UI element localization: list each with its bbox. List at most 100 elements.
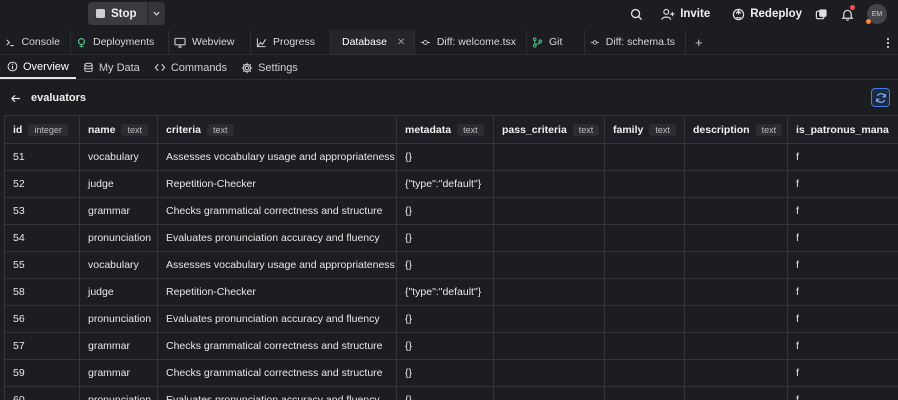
cell-id[interactable]: 55 [4, 251, 80, 279]
cell-family[interactable] [604, 143, 685, 171]
column-header-family[interactable]: family text [604, 115, 685, 144]
cell-pass-criteria[interactable] [493, 278, 605, 306]
cell-metadata[interactable]: {} [396, 332, 494, 360]
cell-pass-criteria[interactable] [493, 332, 605, 360]
cell-is-patronus-mana[interactable]: f [787, 197, 898, 225]
cell-criteria[interactable]: Repetition-Checker [157, 278, 397, 306]
cell-description[interactable] [684, 278, 788, 306]
cell-id[interactable]: 54 [4, 224, 80, 252]
cell-description[interactable] [684, 386, 788, 400]
subnav-settings[interactable]: Settings [234, 56, 305, 79]
cell-description[interactable] [684, 359, 788, 387]
cell-criteria[interactable]: Evaluates pronunciation accuracy and flu… [157, 224, 397, 252]
cell-pass-criteria[interactable] [493, 170, 605, 198]
cell-name[interactable]: judge [79, 278, 158, 306]
column-header-is-patronus-mana[interactable]: is_patronus_mana [787, 115, 898, 144]
column-header-id[interactable]: id integer [4, 115, 80, 144]
column-header-metadata[interactable]: metadata text [396, 115, 494, 144]
table-row[interactable]: 59 grammar Checks grammatical correctness … [4, 359, 898, 387]
cell-criteria[interactable]: Repetition-Checker [157, 170, 397, 198]
subnav-overview[interactable]: Overview [0, 56, 76, 79]
close-tab-icon[interactable]: ✕ [397, 37, 405, 48]
cell-is-patronus-mana[interactable]: f [787, 143, 898, 171]
cell-is-patronus-mana[interactable]: f [787, 251, 898, 279]
table-row[interactable]: 53 grammar Checks grammatical correctness … [4, 197, 898, 225]
cell-name[interactable]: judge [79, 170, 158, 198]
cell-pass-criteria[interactable] [493, 305, 605, 333]
cell-metadata[interactable]: {} [396, 251, 494, 279]
cell-pass-criteria[interactable] [493, 359, 605, 387]
cell-metadata[interactable]: {} [396, 224, 494, 252]
search-button[interactable] [625, 3, 647, 25]
table-row[interactable]: 52 judge Repetition-Checker {"type":"defaul… [4, 170, 898, 198]
stop-menu-button[interactable] [146, 2, 165, 25]
cell-name[interactable]: pronunciation [79, 224, 158, 252]
cell-family[interactable] [604, 332, 685, 360]
cell-name[interactable]: grammar [79, 332, 158, 360]
cell-criteria[interactable]: Checks grammatical correctness and struc… [157, 197, 397, 225]
back-button[interactable] [10, 93, 21, 104]
cell-id[interactable]: 56 [4, 305, 80, 333]
column-header-criteria[interactable]: criteria text [157, 115, 397, 144]
subnav-commands[interactable]: Commands [147, 56, 234, 79]
cell-id[interactable]: 58 [4, 278, 80, 306]
cell-criteria[interactable]: Evaluates pronunciation accuracy and flu… [157, 305, 397, 333]
table-row[interactable]: 56 pronunciation Evaluates pronunciation a… [4, 305, 898, 333]
cell-criteria[interactable]: Checks grammatical correctness and struc… [157, 359, 397, 387]
cell-description[interactable] [684, 170, 788, 198]
subnav-my-data[interactable]: My Data [76, 56, 147, 79]
cell-id[interactable]: 60 [4, 386, 80, 400]
column-header-name[interactable]: name text [79, 115, 158, 144]
cell-description[interactable] [684, 197, 788, 225]
cell-name[interactable]: grammar [79, 359, 158, 387]
cell-description[interactable] [684, 332, 788, 360]
table-row[interactable]: 60 pronunciation Evaluates pronunciation a… [4, 386, 898, 400]
cell-id[interactable]: 59 [4, 359, 80, 387]
tab-diff-schema[interactable]: Diff: schema.ts [585, 30, 686, 54]
table-row[interactable]: 55 vocabulary Assesses vocabulary usage an… [4, 251, 898, 279]
cell-metadata[interactable]: {} [396, 386, 494, 400]
table-row[interactable]: 51 vocabulary Assesses vocabulary usage an… [4, 143, 898, 171]
cell-family[interactable] [604, 305, 685, 333]
tab-progress[interactable]: Progress [251, 30, 331, 54]
column-header-pass-criteria[interactable]: pass_criteria text [493, 115, 605, 144]
tab-deployments[interactable]: Deployments [71, 30, 169, 54]
redeploy-button[interactable]: Redeploy [726, 3, 808, 25]
cell-name[interactable]: grammar [79, 197, 158, 225]
cell-criteria[interactable]: Evaluates pronunciation accuracy and flu… [157, 386, 397, 400]
cell-pass-criteria[interactable] [493, 224, 605, 252]
cell-is-patronus-mana[interactable]: f [787, 224, 898, 252]
cell-name[interactable]: pronunciation [79, 386, 158, 400]
cell-family[interactable] [604, 251, 685, 279]
cell-is-patronus-mana[interactable]: f [787, 305, 898, 333]
cell-criteria[interactable]: Checks grammatical correctness and struc… [157, 332, 397, 360]
cell-pass-criteria[interactable] [493, 143, 605, 171]
cell-family[interactable] [604, 224, 685, 252]
table-row[interactable]: 57 grammar Checks grammatical correctness … [4, 332, 898, 360]
cell-is-patronus-mana[interactable]: f [787, 278, 898, 306]
tab-database[interactable]: Database ✕ [331, 30, 415, 54]
tab-console[interactable]: Console [0, 30, 71, 54]
cell-metadata[interactable]: {"type":"default"} [396, 170, 494, 198]
column-header-description[interactable]: description text [684, 115, 788, 144]
panels-button[interactable] [810, 3, 832, 25]
cell-description[interactable] [684, 143, 788, 171]
refresh-button[interactable] [871, 88, 890, 107]
data-table-container[interactable]: id integer name text criteria text metadata tex… [4, 115, 898, 400]
cell-is-patronus-mana[interactable]: f [787, 170, 898, 198]
cell-name[interactable]: vocabulary [79, 251, 158, 279]
cell-is-patronus-mana[interactable]: f [787, 332, 898, 360]
tabs-more-button[interactable] [886, 30, 890, 55]
invite-button[interactable]: Invite [655, 3, 716, 25]
cell-criteria[interactable]: Assesses vocabulary usage and appropriat… [157, 143, 397, 171]
account-menu[interactable]: EM [862, 0, 892, 28]
cell-name[interactable]: pronunciation [79, 305, 158, 333]
cell-family[interactable] [604, 386, 685, 400]
cell-id[interactable]: 53 [4, 197, 80, 225]
cell-family[interactable] [604, 170, 685, 198]
cell-pass-criteria[interactable] [493, 197, 605, 225]
new-tab-button[interactable]: + [686, 30, 712, 54]
cell-pass-criteria[interactable] [493, 251, 605, 279]
cell-criteria[interactable]: Assesses vocabulary usage and appropriat… [157, 251, 397, 279]
cell-id[interactable]: 57 [4, 332, 80, 360]
